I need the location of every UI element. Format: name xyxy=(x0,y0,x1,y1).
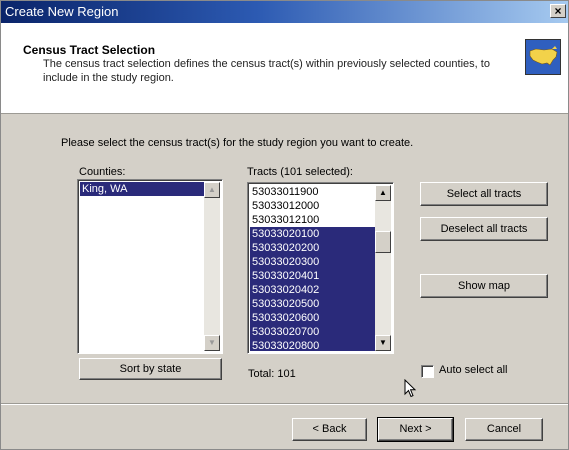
tracts-listbox[interactable]: 53033011900 53033012000 53033012100 5303302… xyxy=(247,182,394,354)
counties-list-items: King, WA xyxy=(80,182,204,351)
list-item[interactable]: 53033012000 xyxy=(250,199,375,213)
counties-label: Counties: xyxy=(79,166,126,178)
mouse-pointer-icon xyxy=(404,379,417,398)
select-all-tracts-button[interactable]: Select all tracts xyxy=(420,182,548,206)
scroll-down-icon[interactable]: ▼ xyxy=(375,335,391,351)
title-bar[interactable]: Create New Region × xyxy=(1,1,568,23)
tracts-list-items: 53033011900 53033012000 53033012100 5303302… xyxy=(250,185,375,351)
scroll-thumb[interactable] xyxy=(375,231,391,253)
create-new-region-dialog: Create New Region × Census Tract Selecti… xyxy=(0,0,569,450)
scroll-up-icon[interactable]: ▲ xyxy=(375,185,391,201)
page-title: Census Tract Selection xyxy=(23,43,156,57)
back-button[interactable]: < Back xyxy=(292,418,367,441)
list-item[interactable]: 53033020200 xyxy=(250,241,375,255)
list-item[interactable]: 53033020300 xyxy=(250,255,375,269)
counties-listbox[interactable]: King, WA ▲ ▼ xyxy=(77,179,223,354)
usa-map-icon xyxy=(525,39,561,75)
list-item[interactable]: 53033020500 xyxy=(250,297,375,311)
wizard-header: Census Tract Selection The census tract … xyxy=(1,23,568,114)
list-item[interactable]: 53033011900 xyxy=(250,185,375,199)
cancel-button[interactable]: Cancel xyxy=(465,418,543,441)
list-item[interactable]: 53033020800 xyxy=(250,339,375,351)
list-item[interactable]: 53033012100 xyxy=(250,213,375,227)
list-item[interactable]: 53033020600 xyxy=(250,311,375,325)
page-description: The census tract selection defines the c… xyxy=(43,58,490,84)
scroll-down-icon[interactable]: ▼ xyxy=(204,335,220,351)
list-item[interactable]: 53033020100 xyxy=(250,227,375,241)
list-item[interactable]: 53033020401 xyxy=(250,269,375,283)
sort-by-state-button[interactable]: Sort by state xyxy=(79,358,222,380)
auto-select-label[interactable]: Auto select all xyxy=(439,364,507,376)
footer-separator xyxy=(1,403,568,405)
scroll-up-icon[interactable]: ▲ xyxy=(204,182,220,198)
deselect-all-tracts-button[interactable]: Deselect all tracts xyxy=(420,217,548,241)
show-map-button[interactable]: Show map xyxy=(420,274,548,298)
window-title: Create New Region xyxy=(5,4,119,19)
close-button[interactable]: × xyxy=(550,4,566,18)
list-item[interactable]: 53033020700 xyxy=(250,325,375,339)
counties-scrollbar[interactable]: ▲ ▼ xyxy=(204,182,220,351)
instruction-text: Please select the census tract(s) for th… xyxy=(61,137,414,149)
next-button[interactable]: Next > xyxy=(377,417,454,442)
auto-select-checkbox[interactable] xyxy=(421,365,434,378)
close-icon: × xyxy=(554,4,562,18)
total-label: Total: 101 xyxy=(248,368,296,380)
tracts-scrollbar[interactable]: ▲ ▼ xyxy=(375,185,391,351)
tracts-label: Tracts (101 selected): xyxy=(247,166,353,178)
list-item[interactable]: King, WA xyxy=(80,182,204,196)
list-item[interactable]: 53033020402 xyxy=(250,283,375,297)
